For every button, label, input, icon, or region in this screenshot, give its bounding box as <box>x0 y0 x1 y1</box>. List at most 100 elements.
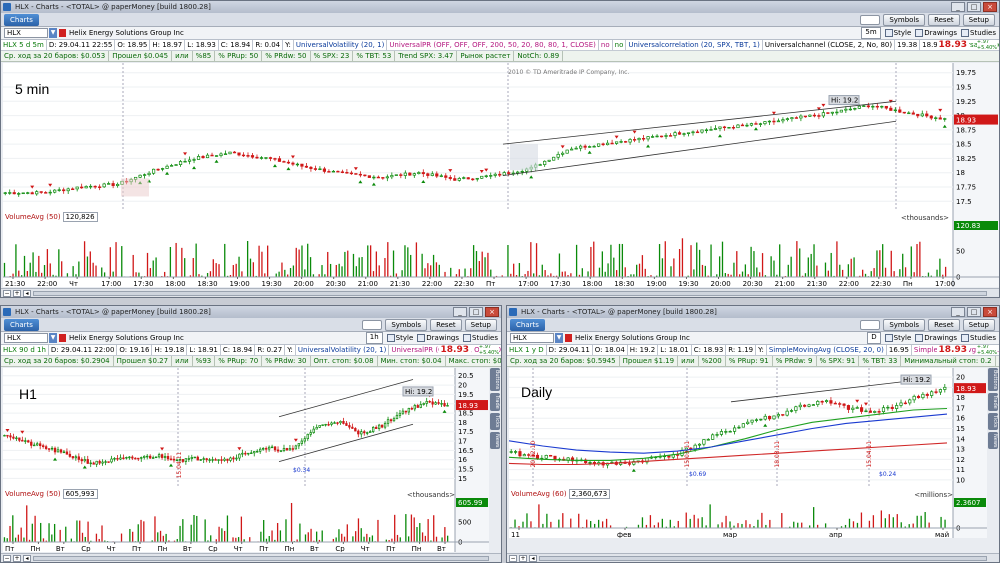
setup-button[interactable]: Setup <box>962 319 995 331</box>
symbol-input[interactable]: HLX <box>510 333 554 343</box>
reset-button[interactable]: Reset <box>928 319 960 331</box>
studies-button[interactable]: Studies <box>961 27 996 39</box>
symbol-input[interactable]: HLX <box>4 28 48 38</box>
scroll-track[interactable] <box>33 555 489 561</box>
study-cell[interactable]: HLX 5 d 5m <box>1 40 47 50</box>
grid-toggle[interactable] <box>860 15 881 25</box>
study-cell[interactable]: Universalchannel (CLOSE, 2, No, 80) <box>763 40 896 50</box>
close-button[interactable]: × <box>983 2 997 12</box>
zoom-out-icon[interactable]: − <box>3 289 11 297</box>
study-cell[interactable]: Universalcorrelation (20, SPX, TBT, 1) <box>626 40 763 50</box>
studies-button[interactable]: Studies <box>961 332 996 344</box>
maximize-button[interactable]: □ <box>967 307 981 317</box>
scroll-left-icon[interactable]: ◂ <box>529 554 537 562</box>
time-scrollbar[interactable]: − + ◂ <box>507 553 999 562</box>
price-chart[interactable]: 19.7519.519.251918.7518.518.251817.7517.… <box>3 63 999 211</box>
study-cell[interactable]: R: 1.19 <box>726 345 757 355</box>
study-cell[interactable]: L: 18.93 <box>185 40 219 50</box>
tab-charts[interactable]: Charts <box>510 319 545 331</box>
aggregation-selector[interactable]: 5m <box>861 27 881 39</box>
drawings-button[interactable]: Drawings <box>915 332 957 344</box>
symbol-dropdown-icon[interactable]: ▼ <box>49 333 57 343</box>
study-cell[interactable]: C: 18.93 <box>692 345 727 355</box>
side-button-news[interactable]: News <box>490 431 500 450</box>
price-chart[interactable]: 20.52019.51918.51817.51716.51615.515Hi: … <box>3 368 489 488</box>
study-cell[interactable]: H: 18.97 <box>150 40 186 50</box>
maximize-button[interactable]: □ <box>469 307 483 317</box>
study-cell[interactable]: C: 18.94 <box>221 345 256 355</box>
zoom-in-icon[interactable]: + <box>13 554 21 562</box>
study-cell[interactable]: O: 18.04 <box>593 345 628 355</box>
study-cell[interactable]: SimpleMovingAvg (CLOSE, 20, 0) <box>767 345 887 355</box>
price-chart[interactable]: 2019181716151413121110Hi: 19.218.93$0.69… <box>509 368 987 488</box>
zoom-in-icon[interactable]: + <box>13 289 21 297</box>
aggregation-selector[interactable]: 1h <box>365 332 383 344</box>
symbols-button[interactable]: Symbols <box>385 319 428 331</box>
scroll-left-icon[interactable]: ◂ <box>23 554 31 562</box>
study-cell[interactable]: UniversalPR (OFF, OFF, OFF, 200, 50, 20,… <box>387 40 599 50</box>
study-cell[interactable]: UniversalVolatility (20, 1) <box>294 40 388 50</box>
scroll-left-icon[interactable]: ◂ <box>23 289 31 297</box>
study-cell[interactable]: L: 18.01 <box>658 345 692 355</box>
time-scrollbar[interactable]: − + ◂ <box>1 288 999 297</box>
study-cell[interactable]: R: 0.04 <box>253 40 284 50</box>
side-button-ticks[interactable]: Ticks <box>490 413 500 430</box>
symbol-dropdown-icon[interactable]: ▼ <box>555 333 563 343</box>
symbol-dropdown-icon[interactable]: ▼ <box>49 28 57 38</box>
study-cell[interactable]: C: 18.94 <box>219 40 254 50</box>
tab-charts[interactable]: Charts <box>4 319 39 331</box>
study-cell[interactable]: no <box>613 40 627 50</box>
style-button[interactable]: Style <box>884 332 911 344</box>
minimize-button[interactable]: _ <box>453 307 467 317</box>
zoom-in-icon[interactable]: + <box>519 554 527 562</box>
study-cell[interactable]: H: 19.18 <box>152 345 188 355</box>
study-cell[interactable]: O: 19.16 <box>117 345 153 355</box>
scroll-track[interactable] <box>33 290 987 296</box>
side-button-news[interactable]: News <box>988 431 998 450</box>
study-cell[interactable]: HLX 90 d 1h <box>1 345 49 355</box>
zoom-out-icon[interactable]: − <box>3 554 11 562</box>
reset-button[interactable]: Reset <box>928 14 960 26</box>
maximize-button[interactable]: □ <box>967 2 981 12</box>
grid-toggle[interactable] <box>860 320 881 330</box>
close-button[interactable]: × <box>485 307 499 317</box>
study-cell[interactable]: R: 0.27 <box>255 345 286 355</box>
setup-button[interactable]: Setup <box>464 319 497 331</box>
side-button-trade[interactable]: Trade <box>988 393 998 412</box>
window-titlebar[interactable]: HLX - Charts - <TOTAL> @ paperMoney [bui… <box>1 306 501 318</box>
grid-toggle[interactable] <box>362 320 383 330</box>
study-cell[interactable]: Y: <box>756 345 767 355</box>
aggregation-selector[interactable]: D <box>867 332 881 344</box>
study-cell[interactable]: D: 29.04.11 22:55 <box>47 40 116 50</box>
side-button-buttons[interactable]: Buttons <box>490 368 500 392</box>
zoom-out-icon[interactable]: − <box>509 554 517 562</box>
minimize-button[interactable]: _ <box>951 307 965 317</box>
style-button[interactable]: Style <box>386 332 413 344</box>
volume-chart[interactable]: 10050021:3022:00Чт17:0017:3018:0018:3019… <box>3 211 999 287</box>
drawings-button[interactable]: Drawings <box>915 27 957 39</box>
side-button-ticks[interactable]: Ticks <box>988 413 998 430</box>
study-cell[interactable]: no <box>599 40 613 50</box>
style-button[interactable]: Style <box>884 27 911 39</box>
window-titlebar[interactable]: HLX - Charts - <TOTAL> @ paperMoney [bui… <box>507 306 999 318</box>
reset-button[interactable]: Reset <box>430 319 462 331</box>
drawings-button[interactable]: Drawings <box>417 332 459 344</box>
side-button-buttons[interactable]: Buttons <box>988 368 998 392</box>
study-cell[interactable]: 16.95 <box>887 345 912 355</box>
side-button-trade[interactable]: Trade <box>490 393 500 412</box>
window-titlebar[interactable]: HLX - Charts - <TOTAL> @ paperMoney [bui… <box>1 1 999 13</box>
scroll-track[interactable] <box>539 555 987 561</box>
study-cell[interactable]: H: 19.2 <box>628 345 659 355</box>
symbols-button[interactable]: Symbols <box>883 14 926 26</box>
symbol-input[interactable]: HLX <box>4 333 48 343</box>
time-scrollbar[interactable]: − + ◂ <box>1 553 501 562</box>
study-cell[interactable]: Y: <box>285 345 296 355</box>
study-cell[interactable]: HLX 1 y D <box>507 345 547 355</box>
setup-button[interactable]: Setup <box>962 14 995 26</box>
study-cell[interactable]: D: 29.04.11 22:00 <box>49 345 118 355</box>
symbols-button[interactable]: Symbols <box>883 319 926 331</box>
study-cell[interactable]: L: 18.91 <box>187 345 221 355</box>
study-cell[interactable]: Y: <box>283 40 294 50</box>
close-button[interactable]: × <box>983 307 997 317</box>
study-cell[interactable]: D: 29.04.11 <box>547 345 593 355</box>
